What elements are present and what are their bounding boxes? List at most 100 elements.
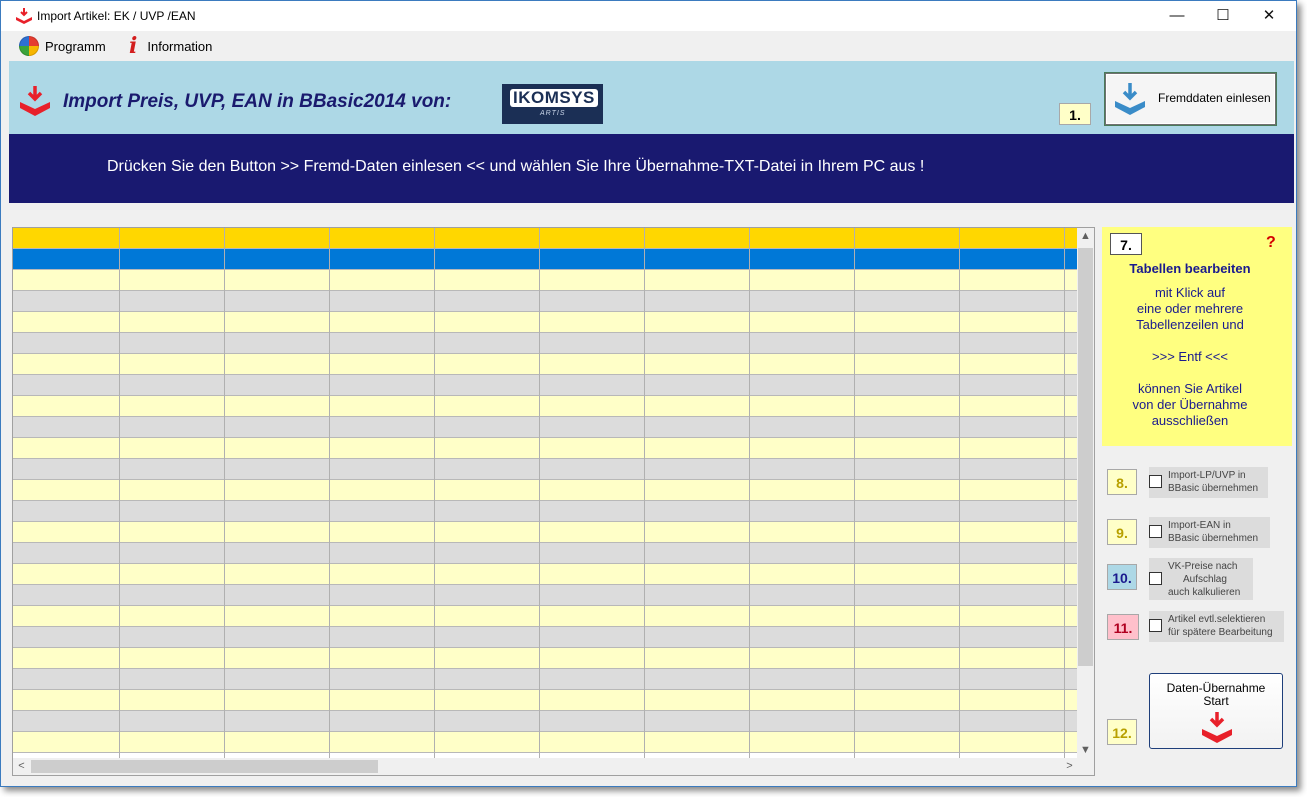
column-divider[interactable] <box>539 228 540 759</box>
info-line: mit Klick auf <box>1154 285 1226 300</box>
download-tray-icon <box>1115 83 1145 115</box>
table-row[interactable] <box>13 501 1077 522</box>
vertical-scrollbar[interactable]: ▲ ▼ <box>1077 228 1094 759</box>
table-row[interactable] <box>13 354 1077 375</box>
info-title: Tabellen bearbeiten <box>1129 261 1251 276</box>
menu-information-label: Information <box>147 38 213 54</box>
scroll-up-arrow[interactable]: ▲ <box>1077 228 1094 245</box>
step-1-badge: 1. <box>1059 103 1091 125</box>
title-bar: Import Artikel: EK / UVP /EAN — ☐ ✕ <box>1 1 1296 31</box>
instruction-band: Drücken Sie den Button >> Fremd-Daten ei… <box>9 134 1294 203</box>
table-row[interactable] <box>13 291 1077 312</box>
fremddaten-einlesen-button[interactable]: Fremddaten einlesen <box>1105 73 1276 125</box>
logo-text: IKOMSYS <box>510 89 598 107</box>
column-divider[interactable] <box>434 228 435 759</box>
option-label: VK-Preise nach <box>1168 561 1238 572</box>
data-grid[interactable]: ▲ ▼ < > <box>12 227 1095 776</box>
table-row[interactable] <box>13 564 1077 585</box>
info-icon: i <box>129 33 138 59</box>
import-lp-uvp-checkbox[interactable] <box>1149 475 1162 488</box>
minimize-button[interactable]: — <box>1154 1 1200 31</box>
info-panel: 7. ? Tabellen bearbeiten mit Klick auf e… <box>1102 227 1292 446</box>
horizontal-scrollbar[interactable]: < > <box>13 758 1094 775</box>
table-row[interactable] <box>13 732 1077 753</box>
info-text: mit Klick auf eine oder mehrere Tabellen… <box>1102 285 1278 429</box>
option-vk-preise[interactable]: VK-Preise nach Aufschlag auch kalkuliere… <box>1149 558 1253 600</box>
horizontal-scroll-thumb[interactable] <box>31 760 378 773</box>
start-button-label: Daten-Übernahme <box>1166 681 1266 695</box>
table-row[interactable] <box>13 417 1077 438</box>
info-line: können Sie Artikel <box>1137 381 1243 396</box>
option-label: BBasic übernehmen <box>1168 533 1259 544</box>
option-label: für spätere Bearbeitung <box>1168 627 1273 638</box>
import-ean-checkbox[interactable] <box>1149 525 1162 538</box>
info-line: >>> Entf <<< <box>1152 349 1228 364</box>
table-row[interactable] <box>13 249 1077 270</box>
info-line: eine oder mehrere <box>1136 301 1244 316</box>
option-import-lp-uvp[interactable]: Import-LP/UVP in BBasic übernehmen <box>1149 467 1268 498</box>
column-divider[interactable] <box>119 228 120 759</box>
fremddaten-einlesen-label: Fremddaten einlesen <box>1158 91 1271 105</box>
step-9-badge: 9. <box>1107 519 1137 545</box>
page-title: Import Preis, UVP, EAN in BBasic2014 von… <box>63 91 452 112</box>
column-divider[interactable] <box>959 228 960 759</box>
step-10-badge: 10. <box>1107 564 1137 590</box>
menu-programm-label: Programm <box>45 38 106 54</box>
table-row[interactable] <box>13 480 1077 501</box>
column-divider[interactable] <box>1064 228 1065 759</box>
table-row[interactable] <box>13 312 1077 333</box>
column-divider[interactable] <box>224 228 225 759</box>
info-line: von der Übernahme <box>1132 397 1248 412</box>
step-8-badge: 8. <box>1107 469 1137 495</box>
menu-programm[interactable]: Programm <box>19 31 106 61</box>
logo-subtext: ARTIS <box>540 110 566 117</box>
table-row[interactable] <box>13 333 1077 354</box>
grid-body[interactable] <box>13 228 1077 759</box>
table-row[interactable] <box>13 459 1077 480</box>
table-row[interactable] <box>13 585 1077 606</box>
table-row[interactable] <box>13 669 1077 690</box>
table-row[interactable] <box>13 270 1077 291</box>
table-row[interactable] <box>13 396 1077 417</box>
info-line: ausschließen <box>1151 413 1229 428</box>
import-icon <box>1202 712 1232 743</box>
table-row[interactable] <box>13 522 1077 543</box>
menu-bar: Programm i Information <box>1 31 1296 61</box>
ikomsys-logo: IKOMSYS ARTIS <box>502 84 603 124</box>
help-icon[interactable]: ? <box>1266 234 1276 252</box>
vk-preise-checkbox[interactable] <box>1149 572 1162 585</box>
option-label: Import-LP/UVP in <box>1168 470 1246 481</box>
option-label: BBasic übernehmen <box>1168 483 1259 494</box>
info-line: Tabellenzeilen und <box>1136 317 1244 332</box>
daten-uebernahme-start-button[interactable]: Daten-Übernahme Start <box>1149 673 1283 749</box>
start-button-label: Start <box>1203 694 1229 708</box>
table-row[interactable] <box>13 690 1077 711</box>
option-import-ean[interactable]: Import-EAN in BBasic übernehmen <box>1149 517 1270 548</box>
maximize-button[interactable]: ☐ <box>1200 1 1246 31</box>
scroll-left-arrow[interactable]: < <box>13 758 30 775</box>
option-label: Artikel evtl.selektieren <box>1168 614 1266 625</box>
table-row[interactable] <box>13 375 1077 396</box>
table-row[interactable] <box>13 606 1077 627</box>
menu-information[interactable]: i Information <box>129 31 212 61</box>
column-divider[interactable] <box>644 228 645 759</box>
scroll-down-arrow[interactable]: ▼ <box>1077 742 1094 759</box>
table-row[interactable] <box>13 627 1077 648</box>
table-row[interactable] <box>13 648 1077 669</box>
close-button[interactable]: ✕ <box>1246 1 1292 31</box>
column-divider[interactable] <box>749 228 750 759</box>
vertical-scroll-thumb[interactable] <box>1078 248 1093 666</box>
step-11-badge: 11. <box>1107 614 1139 640</box>
table-row[interactable] <box>13 438 1077 459</box>
option-artikel-selektieren[interactable]: Artikel evtl.selektieren für spätere Bea… <box>1149 611 1284 642</box>
option-label: Import-EAN in <box>1168 520 1231 531</box>
column-divider[interactable] <box>329 228 330 759</box>
option-label: auch kalkulieren <box>1168 587 1241 598</box>
artikel-selektieren-checkbox[interactable] <box>1149 619 1162 632</box>
app-window: Import Artikel: EK / UVP /EAN — ☐ ✕ Prog… <box>0 0 1297 787</box>
table-row[interactable] <box>13 711 1077 732</box>
table-row[interactable] <box>13 543 1077 564</box>
option-label: Aufschlag <box>1183 574 1227 585</box>
scroll-right-arrow[interactable]: > <box>1061 758 1078 775</box>
column-divider[interactable] <box>854 228 855 759</box>
